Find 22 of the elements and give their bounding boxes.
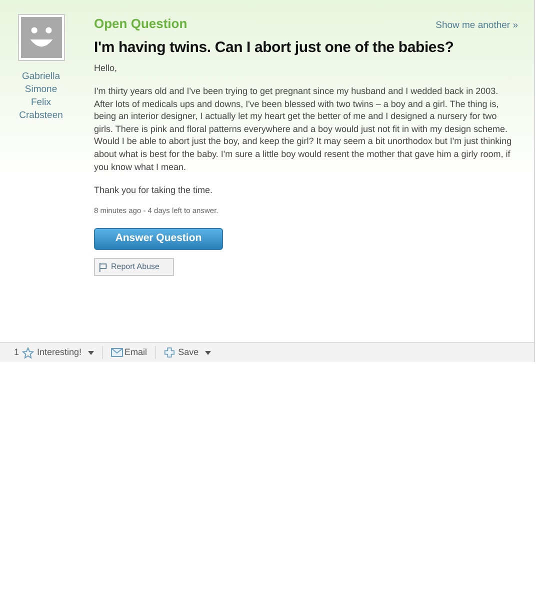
asker-name[interactable]: Gabriella <box>22 70 60 83</box>
email-button[interactable]: Email <box>110 346 156 360</box>
show-another-link[interactable]: Show me another » <box>436 19 518 34</box>
caret-icon <box>204 350 211 354</box>
save-button[interactable]: Save <box>164 346 211 360</box>
question-text: Thank you for taking the time. <box>94 184 214 197</box>
star-icon <box>22 346 34 358</box>
asker-name[interactable]: Crabsteen <box>19 109 63 122</box>
envelope-icon <box>110 348 123 357</box>
interesting-button[interactable]: Interesting! <box>22 346 103 360</box>
question-title: I'm having twins. Can I abort just one of the babies? <box>94 38 455 58</box>
plus-icon <box>164 347 176 358</box>
question-text: I'm thirty years old and I've been trying to get pregnant since my husband and I wedded back in 2003. After lots of medicals ups and downs, I've been blessed with two twins – a boy and a girl. The thing is, being an interior designer, I actually let my heart get the better of me and I designed a nursery for two girls. There is pink and floral patterns everywhere and a boy would just not fit in with my design scheme. Would I be able to abort just the boy, and keep the girl? It may seem a bit unorthodox but I'm just thinking about what is best for the baby. I'm sure a little boy would resent the mother that gave him a girly room, if you know what I mean. <box>94 85 513 174</box>
answer-question-button[interactable]: Answer Question <box>94 228 223 250</box>
asker-name[interactable]: Simone <box>24 83 58 96</box>
report-abuse-button[interactable]: Report Abuse <box>94 258 174 276</box>
interesting-count: 1 <box>14 346 20 359</box>
asker-name[interactable]: Felix <box>30 96 52 109</box>
status-label: Open Question <box>94 15 188 33</box>
question-text: Hello, <box>94 62 118 74</box>
caret-icon <box>88 350 94 354</box>
flag-icon <box>99 262 108 272</box>
